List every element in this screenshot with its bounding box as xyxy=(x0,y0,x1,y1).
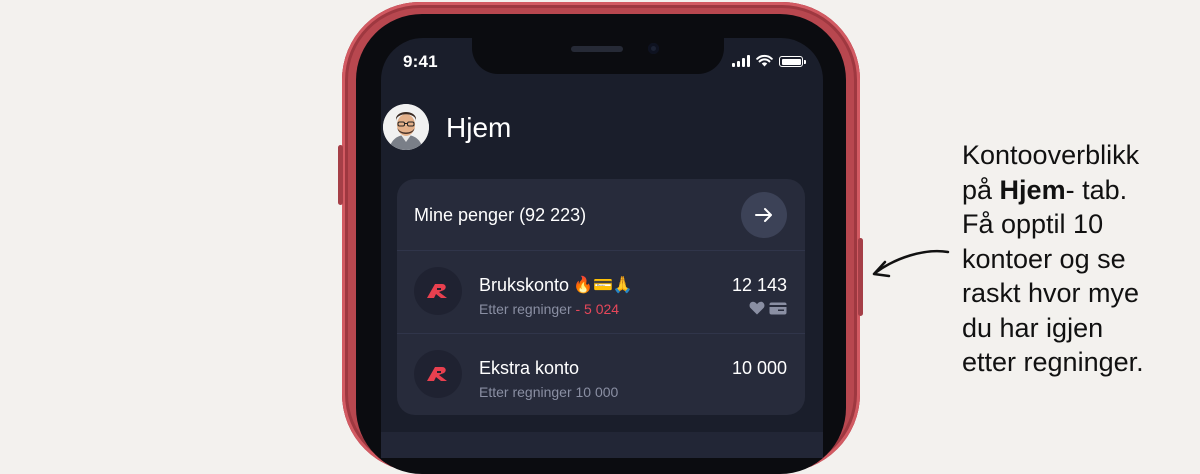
annotation-bold: Hjem xyxy=(999,174,1066,205)
account-after-bills: Etter regninger - 5 024 xyxy=(479,301,619,317)
speaker xyxy=(571,46,623,52)
annotation-line: på Hjem- tab. xyxy=(962,173,1192,208)
avatar-image xyxy=(383,104,429,150)
account-row-brukskonto[interactable]: Brukskonto 🔥💳🙏 Etter regninger - 5 024 12… xyxy=(397,251,805,333)
wifi-icon xyxy=(756,54,773,67)
account-row-ekstra-konto[interactable]: Ekstra konto Etter regninger 10 000 10 0… xyxy=(397,334,805,416)
after-bills-label: Etter regninger xyxy=(479,384,572,400)
arrow-right-icon xyxy=(755,208,772,222)
account-name-text: Brukskonto xyxy=(479,275,570,295)
annotation-suffix: - tab. xyxy=(1065,174,1128,205)
accounts-card-header[interactable]: Mine penger (92 223) xyxy=(397,179,805,250)
annotation-text: Kontooverblikk på Hjem- tab. Få opptil 1… xyxy=(962,138,1192,380)
annotation-line: kontoer og se xyxy=(962,243,1126,274)
annotation-line: Få opptil 10 xyxy=(962,209,1104,239)
phone-screen: 9:41 Hjem Mine penger (92 223) Brukskont… xyxy=(381,38,823,458)
annotation-line: du har igjen xyxy=(962,312,1104,343)
account-name: Brukskonto 🔥💳🙏 xyxy=(479,275,633,296)
phone-side-button-right xyxy=(858,238,863,316)
account-icons xyxy=(749,301,787,315)
annotation-line: raskt hvor mye xyxy=(962,278,1140,308)
battery-icon xyxy=(779,56,806,67)
avatar[interactable] xyxy=(383,104,429,150)
account-balance: 10 000 xyxy=(731,358,787,378)
signal-icon xyxy=(732,55,750,67)
phone-side-button-left xyxy=(338,145,343,205)
account-after-bills: Etter regninger 10 000 xyxy=(479,384,618,400)
account-balance: 12 143 xyxy=(731,275,787,295)
page-title: Hjem xyxy=(446,112,512,143)
heart-icon xyxy=(749,301,765,315)
card-icon xyxy=(769,302,787,314)
accounts-card-title: Mine penger (92 223) xyxy=(414,205,587,225)
accounts-card: Mine penger (92 223) Brukskonto 🔥💳🙏 Etter… xyxy=(397,179,805,415)
annotation-line: etter regninger. xyxy=(962,347,1144,377)
after-bills-label: Etter regninger xyxy=(479,301,572,317)
after-bills-value: - 5 024 xyxy=(575,301,620,317)
status-icons xyxy=(732,54,806,67)
bank-logo-icon xyxy=(414,267,462,315)
account-emoji: 🔥💳🙏 xyxy=(573,277,633,294)
open-accounts-button[interactable] xyxy=(741,192,787,238)
status-time: 9:41 xyxy=(403,52,438,71)
notch xyxy=(472,38,724,74)
account-name: Ekstra konto xyxy=(479,358,580,378)
bank-logo-icon xyxy=(414,350,462,398)
annotation-prefix: på xyxy=(962,174,1000,205)
front-camera xyxy=(648,43,659,54)
after-bills-value: 10 000 xyxy=(575,384,619,400)
annotation-line: Kontooverblikk xyxy=(962,140,1140,170)
pointer-arrow xyxy=(872,249,950,278)
